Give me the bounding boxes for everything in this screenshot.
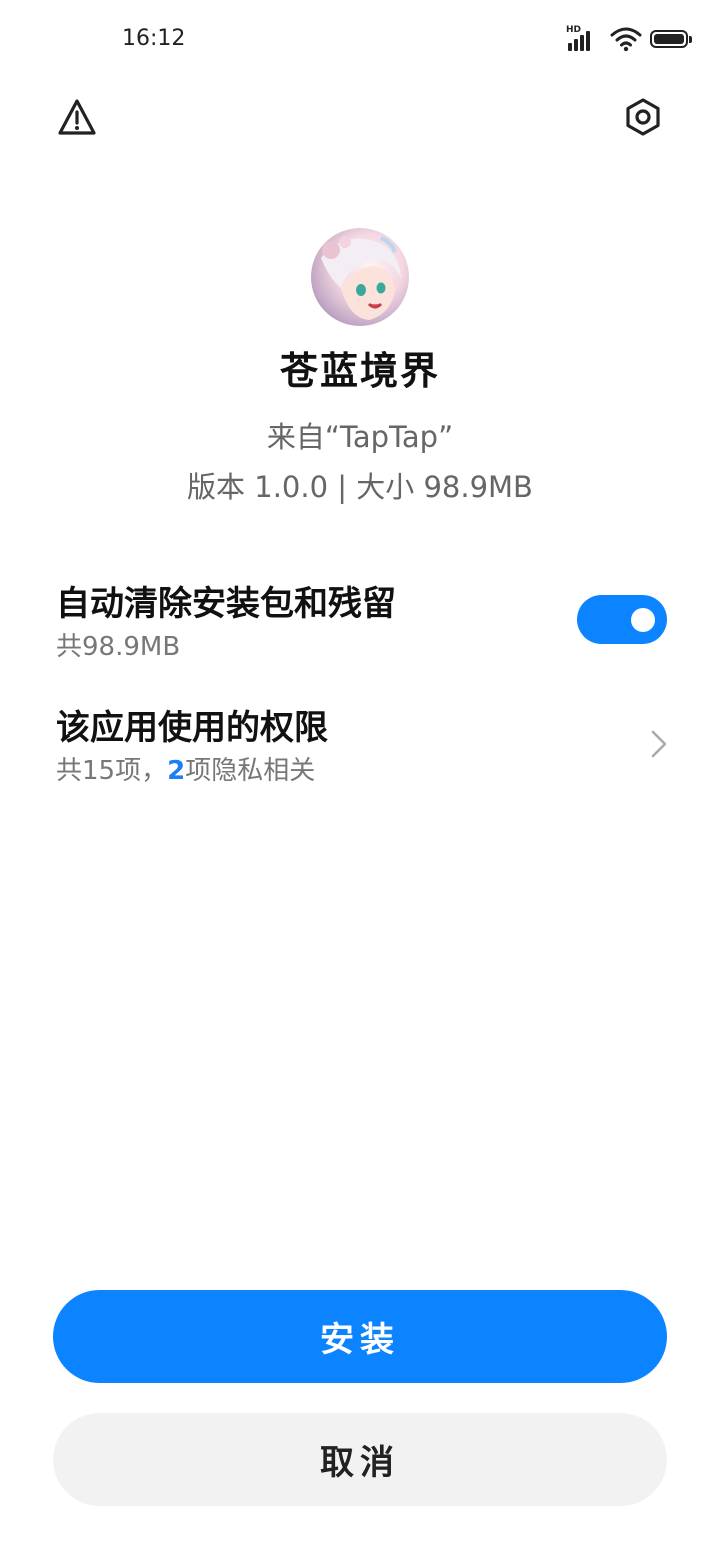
- permissions-count-text: 共15项，: [56, 756, 168, 786]
- warning-button[interactable]: [54, 94, 100, 140]
- permissions-subtitle: 共15项，2项隐私相关: [56, 750, 315, 787]
- install-button[interactable]: 安装: [53, 1290, 667, 1383]
- auto-clean-title: 自动清除安装包和残留: [56, 584, 396, 624]
- battery-icon: [650, 30, 692, 48]
- privacy-label: 项隐私相关: [185, 756, 316, 786]
- chevron-right-icon[interactable]: [644, 728, 672, 760]
- settings-button[interactable]: [620, 94, 666, 140]
- auto-clean-toggle[interactable]: [577, 595, 667, 644]
- app-icon: [311, 228, 409, 326]
- settings-icon: [626, 98, 660, 136]
- wifi-icon: [610, 27, 642, 52]
- toggle-knob: [631, 608, 655, 632]
- app-name: 苍蓝境界: [279, 349, 440, 393]
- cancel-button[interactable]: 取消: [53, 1413, 667, 1506]
- app-source: 来自“TapTap”: [266, 420, 454, 454]
- auto-clean-subtitle: 共98.9MB: [56, 632, 181, 662]
- status-time: 16:12: [122, 26, 186, 51]
- app-icon-art: [321, 236, 401, 320]
- status-icons: HD: [566, 24, 692, 54]
- warning-icon: [58, 99, 96, 135]
- signal-icon: HD: [566, 25, 602, 53]
- permissions-title[interactable]: 该应用使用的权限: [56, 700, 328, 749]
- privacy-count: 2: [167, 756, 186, 786]
- app-version-size: 版本 1.0.0 | 大小 98.9MB: [187, 470, 533, 504]
- status-bar: 16:12 HD: [0, 0, 720, 76]
